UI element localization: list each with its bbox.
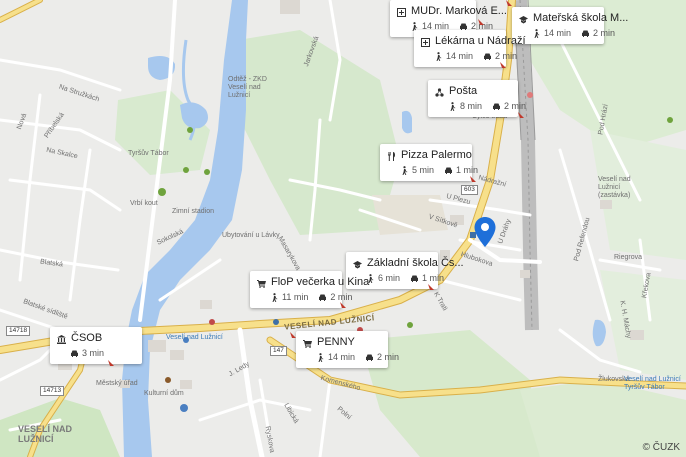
school-icon [353, 259, 362, 268]
walk-icon [534, 29, 540, 38]
bank-icon [57, 334, 66, 344]
place-label: Městský úřad [96, 380, 138, 387]
walk-icon [318, 353, 324, 362]
car-icon [366, 354, 374, 361]
walk-time: 8 min [448, 100, 482, 113]
poi-title: ČSOB [71, 332, 103, 344]
walk-time: 5 min [400, 164, 434, 177]
poi-title: Mateřská škola M... [533, 12, 629, 24]
car-icon [319, 294, 327, 301]
town-label: VESELÍ NAD LUŽNICÍ [18, 424, 73, 444]
poi-pointer [478, 19, 484, 25]
road-number-shield: 603 [461, 185, 478, 195]
car-time: 3 min [70, 347, 104, 360]
poi-title: FloP večerka u Kina [271, 276, 370, 288]
poi-pointer [108, 360, 114, 366]
place-label: Veselí nad Lužnicí Tyršův Tábor [624, 376, 681, 391]
poi-pointer [470, 176, 476, 182]
poi-title: PENNY [317, 336, 355, 348]
location-pin-icon[interactable] [473, 216, 497, 248]
car-time: 2 min [581, 27, 615, 40]
place-label: Zimní stadion [172, 208, 215, 215]
car-icon [445, 167, 453, 174]
poi-title: Lékárna u Nádraží [435, 35, 526, 47]
poi-title: Základní škola Čs... [367, 257, 464, 269]
walk-icon [436, 52, 442, 61]
place-label: Odtěž - ZKD Veselí nad Lužnicí [228, 76, 267, 99]
poi-pointer [428, 284, 434, 290]
place-label: Kulturní dům [144, 390, 184, 397]
walk-icon [450, 102, 456, 111]
poi-pointer [340, 302, 346, 308]
poi-card[interactable]: Pošta 8 min 2 min [428, 80, 526, 117]
medical-icon [397, 7, 406, 17]
school-icon [519, 14, 528, 23]
post-icon [435, 87, 444, 97]
road-number-shield: 147 [270, 346, 287, 356]
walk-time: 14 min [316, 351, 355, 364]
car-time: 2 min [365, 351, 399, 364]
walk-time: 14 min [434, 50, 473, 63]
walk-time: 14 min [532, 27, 571, 40]
road-number-shield: 14713 [40, 386, 65, 396]
shop-icon [257, 278, 266, 288]
poi-title: Pizza Palermo [401, 149, 472, 161]
poi-title: Pošta [449, 85, 478, 97]
walk-icon [272, 293, 278, 302]
road-number-shield: 14718 [6, 326, 31, 336]
walk-icon [402, 166, 408, 175]
map-view[interactable]: Na Stružkách Na Skalce Příbelská Nová Ty… [0, 0, 686, 457]
poi-card[interactable]: Mateřská škola M... 14 min 2 min [512, 7, 628, 44]
poi-card[interactable]: ČSOB 3 min [50, 327, 142, 364]
street-label: Riegrova [614, 254, 643, 261]
place-label: Veselí nad Lužnicí (zastávka) [598, 176, 631, 199]
place-label: Ubytování u Lávky [222, 232, 280, 239]
poi-card[interactable]: PENNY 14 min 2 min [296, 331, 399, 368]
poi-title: MUDr. Marková E... [411, 5, 507, 17]
place-label: Tyršův Tábor [128, 150, 169, 157]
poi-card[interactable]: Pizza Palermo 5 min 1 min [380, 144, 478, 181]
pharmacy-icon [421, 37, 430, 47]
poi-card[interactable]: FloP večerka u Kina 11 min 2 min [250, 271, 369, 308]
poi-card[interactable]: Lékárna u Nádraží 14 min 2 min [414, 30, 526, 67]
poi-pointer [518, 112, 524, 118]
walk-time: 11 min [270, 291, 308, 304]
poi-pointer [290, 332, 296, 338]
car-time: 2 min [318, 291, 352, 304]
restaurant-icon [387, 151, 396, 161]
car-icon [582, 30, 590, 37]
shop-icon [303, 338, 312, 348]
walk-time: 6 min [366, 272, 400, 285]
car-icon [411, 275, 419, 282]
place-label: Veselí nad Lužnicí [166, 334, 223, 341]
car-icon [493, 103, 501, 110]
poi-pointer [506, 0, 512, 6]
poi-pointer [500, 62, 506, 68]
car-icon [71, 350, 78, 357]
map-copyright: © ČUZK [642, 442, 680, 453]
car-icon [484, 53, 492, 60]
place-label: Vrbí kout [130, 200, 158, 207]
